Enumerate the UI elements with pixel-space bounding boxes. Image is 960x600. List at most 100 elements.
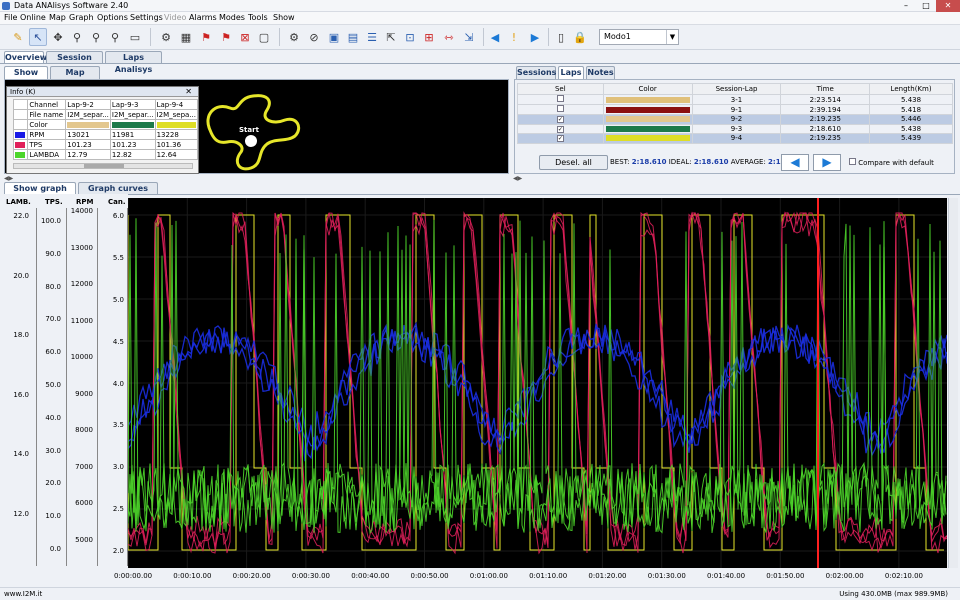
checkered-flag-icon[interactable]: ▦	[177, 28, 195, 46]
previous-icon[interactable]: ◀	[486, 28, 504, 46]
window-title: Data ANAlisys Software 2.40	[14, 1, 129, 10]
checkbox-cell[interactable]	[517, 94, 604, 105]
next-icon[interactable]: ▶	[526, 28, 544, 46]
zoom-out-icon[interactable]: ⚲	[106, 28, 124, 46]
lap-checkbox[interactable]: ✓	[556, 135, 564, 143]
lap-cell: 9-4	[691, 133, 782, 144]
table-row[interactable]: 9-1 2:39.194 5.418	[517, 104, 953, 115]
close-button[interactable]: ✕	[936, 0, 960, 12]
lock-icon[interactable]: 🔒	[571, 28, 589, 46]
menu-settings[interactable]: Settings	[130, 13, 163, 22]
menu-graph[interactable]: Graph	[69, 13, 94, 22]
tab-notes[interactable]: Notes	[586, 66, 615, 79]
x-tick: 0:00:50.00	[410, 572, 449, 580]
can-axis-label: Can.	[108, 198, 126, 206]
tab-sessions[interactable]: Sessions	[516, 66, 556, 79]
chevron-down-icon[interactable]: ▼	[666, 30, 678, 44]
print-icon[interactable]: ▭	[126, 28, 144, 46]
info-window[interactable]: Info (K) ✕ Channel Lap-9-2 Lap-9-3 Lap-9…	[6, 86, 199, 174]
maximize-button[interactable]: □	[916, 0, 936, 12]
app-icon	[2, 2, 10, 10]
previous-lap-button[interactable]: ◀	[781, 154, 809, 171]
cursor-select-icon[interactable]: ⇱	[382, 28, 400, 46]
col-header[interactable]: Length(Km)	[869, 83, 953, 95]
col-header[interactable]: Session-Lap	[691, 83, 782, 95]
vertical-scrollbar[interactable]	[948, 198, 958, 568]
tab-laps[interactable]: Laps	[558, 66, 584, 79]
list-view-icon[interactable]: ☰	[363, 28, 381, 46]
window-split-icon[interactable]: ▤	[344, 28, 362, 46]
settings-gear-icon[interactable]: ⚙	[157, 28, 175, 46]
can-tick: 6.0	[112, 212, 124, 220]
scroll-thumb[interactable]	[84, 164, 124, 168]
lap-checkbox[interactable]	[556, 105, 564, 112]
menu-file[interactable]: File	[4, 13, 17, 22]
window-icon[interactable]: ▣	[325, 28, 343, 46]
collapse-icon[interactable]: ◀▶	[4, 175, 13, 182]
checkbox-cell[interactable]	[517, 104, 604, 115]
graph-plot[interactable]	[127, 198, 959, 568]
document-icon[interactable]: ▯	[552, 28, 570, 46]
compress-icon[interactable]: ⇿	[440, 28, 458, 46]
expand-icon[interactable]: ⊞	[420, 28, 438, 46]
table-row[interactable]: ✓ 9-4 2:19.235 5.439	[517, 133, 953, 144]
col-header[interactable]: Sel	[517, 83, 604, 95]
checkbox-cell[interactable]: ✓	[517, 133, 604, 144]
deselect-all-button[interactable]: Desel. all	[539, 155, 608, 170]
info-hscrollbar[interactable]	[13, 163, 193, 169]
open-folder-icon[interactable]: ✎	[9, 28, 27, 46]
lap-checkbox[interactable]: ✓	[556, 116, 564, 124]
gear-icon[interactable]: ⚙	[285, 28, 303, 46]
menu-map[interactable]: Map	[49, 13, 66, 22]
menu-tools[interactable]: Tools	[248, 13, 268, 22]
lap-color-swatch	[111, 121, 154, 128]
mode-select-value: Modo1	[604, 32, 631, 41]
start-marker	[245, 135, 257, 147]
toolbar-separator	[548, 28, 549, 46]
table-row[interactable]: ✓ 9-2 2:19.235 5.446	[517, 114, 953, 125]
menu-modes[interactable]: Modes	[219, 13, 245, 22]
tab-map-options[interactable]: Map options	[50, 66, 100, 89]
checkbox-cell[interactable]: ✓	[517, 114, 604, 125]
tab-show-map[interactable]: Show map	[4, 66, 48, 89]
can-tick: 2.5	[112, 505, 124, 514]
lap-checkbox[interactable]: ✓	[556, 125, 564, 133]
disable-icon[interactable]: ⊘	[305, 28, 323, 46]
comment-icon[interactable]: ▢	[255, 28, 273, 46]
lap-checkbox[interactable]	[556, 95, 564, 102]
mode-select[interactable]: Modo1 ▼	[599, 29, 679, 45]
compare-checkbox[interactable]	[849, 158, 856, 165]
minimize-button[interactable]: –	[896, 0, 916, 12]
compare-option[interactable]: Compare with default	[849, 158, 934, 167]
lap-cell: 9-3	[691, 123, 782, 134]
menu-alarms[interactable]: Alarms	[189, 13, 217, 22]
col-header[interactable]: Time	[780, 83, 871, 95]
fit-icon[interactable]: ⊡	[401, 28, 419, 46]
next-lap-button[interactable]: ▶	[813, 154, 841, 171]
alert-icon[interactable]: !	[505, 28, 523, 46]
menu-options[interactable]: Options	[97, 13, 128, 22]
x-tick: 0:00:10.00	[173, 572, 212, 580]
col-header[interactable]: Color	[602, 83, 693, 95]
lambda-color-swatch	[15, 151, 25, 158]
menu-show[interactable]: Show	[273, 13, 295, 22]
flag-icon[interactable]: ⚑	[217, 28, 235, 46]
split-icon[interactable]: ⊠	[236, 28, 254, 46]
pointer-tool-icon[interactable]: ↖	[29, 28, 47, 46]
checkbox-cell[interactable]: ✓	[517, 123, 604, 134]
zoom-in-icon[interactable]: ⚲	[87, 28, 105, 46]
toolbar: ✎ ↖ ✥ ⚲ ⚲ ⚲ ▭ ⚙ ▦ ⚑ ⚑ ⊠ ▢ ⚙ ⊘ ▣ ▤ ☰ ⇱ ⊡ …	[0, 25, 960, 50]
lap-cell: 9-1	[691, 104, 782, 115]
zoom-icon[interactable]: ⚲	[68, 28, 86, 46]
menu-online[interactable]: Online	[20, 13, 46, 22]
collapse-icon[interactable]: ◀▶	[513, 175, 522, 182]
info-col-header: Lap-9-3	[109, 99, 156, 110]
tps-color-swatch	[15, 141, 25, 148]
table-row[interactable]: ✓ 9-3 2:18.610 5.438	[517, 123, 953, 134]
red-flag-icon[interactable]: ⚑	[197, 28, 215, 46]
export-icon[interactable]: ⇲	[460, 28, 478, 46]
table-row[interactable]: 3-1 2:23.514 5.438	[517, 94, 953, 105]
pan-tool-icon[interactable]: ✥	[49, 28, 67, 46]
length-cell: 5.438	[869, 94, 953, 105]
info-close-icon[interactable]: ✕	[185, 87, 192, 96]
